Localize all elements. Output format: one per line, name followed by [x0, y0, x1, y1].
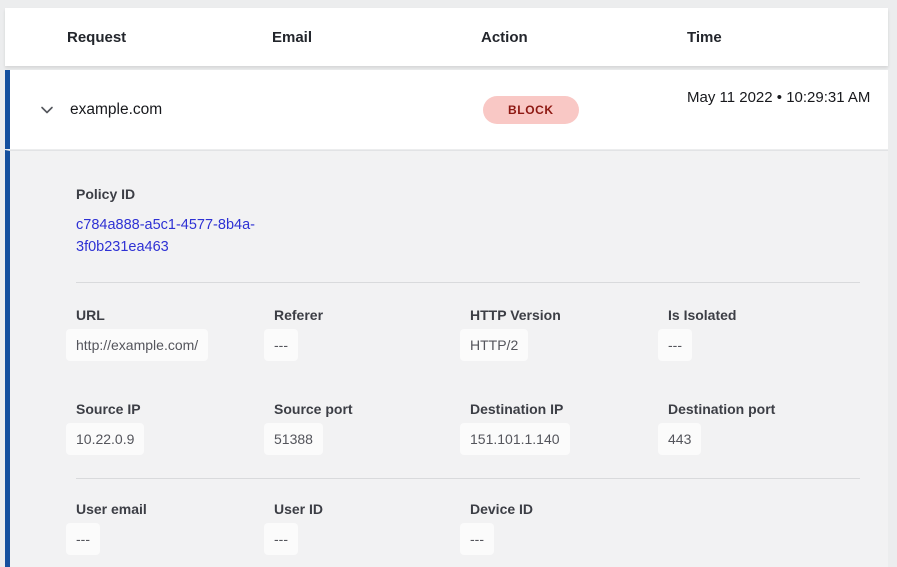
is-isolated-label: Is Isolated — [668, 307, 860, 323]
source-ip-label: Source IP — [76, 401, 274, 417]
column-header-action: Action — [481, 29, 687, 46]
user-email-label: User email — [76, 501, 274, 517]
source-port-label: Source port — [274, 401, 470, 417]
action-block-badge: BLOCK — [483, 96, 579, 124]
source-port-value: 51388 — [264, 423, 323, 455]
http-version-label: HTTP Version — [470, 307, 668, 323]
policy-id-link[interactable]: c784a888-a5c1-4577-8b4a-3f0b231ea463 — [76, 215, 281, 258]
user-id-value: --- — [264, 523, 298, 555]
referer-value: --- — [264, 329, 298, 361]
section-divider — [76, 282, 860, 283]
url-value: http://example.com/ — [66, 329, 208, 361]
column-header-time: Time — [687, 29, 888, 46]
log-row-example-com[interactable]: example.com BLOCK May 11 2022 • 10:29:31… — [5, 70, 888, 149]
device-id-label: Device ID — [470, 501, 668, 517]
device-id-value: --- — [460, 523, 494, 555]
destination-port-label: Destination port — [668, 401, 860, 417]
user-id-label: User ID — [274, 501, 470, 517]
referer-label: Referer — [274, 307, 470, 323]
policy-id-label: Policy ID — [76, 186, 860, 202]
user-email-value: --- — [66, 523, 100, 555]
detail-row-http: URL http://example.com/ Referer --- HTTP… — [76, 307, 860, 361]
source-ip-value: 10.22.0.9 — [66, 423, 144, 455]
destination-ip-value: 151.101.1.140 — [460, 423, 570, 455]
row-request-value: example.com — [70, 101, 162, 119]
row-time-value: May 11 2022 • 10:29:31 AM — [687, 86, 873, 110]
section-divider — [76, 478, 860, 479]
column-header-request: Request — [67, 29, 272, 46]
destination-ip-label: Destination IP — [470, 401, 668, 417]
chevron-down-icon[interactable] — [38, 101, 56, 119]
detail-row-user: User email --- User ID --- Device ID --- — [76, 501, 860, 555]
http-version-value: HTTP/2 — [460, 329, 528, 361]
url-label: URL — [76, 307, 274, 323]
is-isolated-value: --- — [658, 329, 692, 361]
log-table-header: Request Email Action Time — [5, 8, 888, 66]
column-header-email: Email — [272, 29, 481, 46]
log-detail-panel: Policy ID c784a888-a5c1-4577-8b4a-3f0b23… — [5, 150, 888, 567]
destination-port-value: 443 — [658, 423, 701, 455]
detail-row-network: Source IP 10.22.0.9 Source port 51388 De… — [76, 401, 860, 455]
